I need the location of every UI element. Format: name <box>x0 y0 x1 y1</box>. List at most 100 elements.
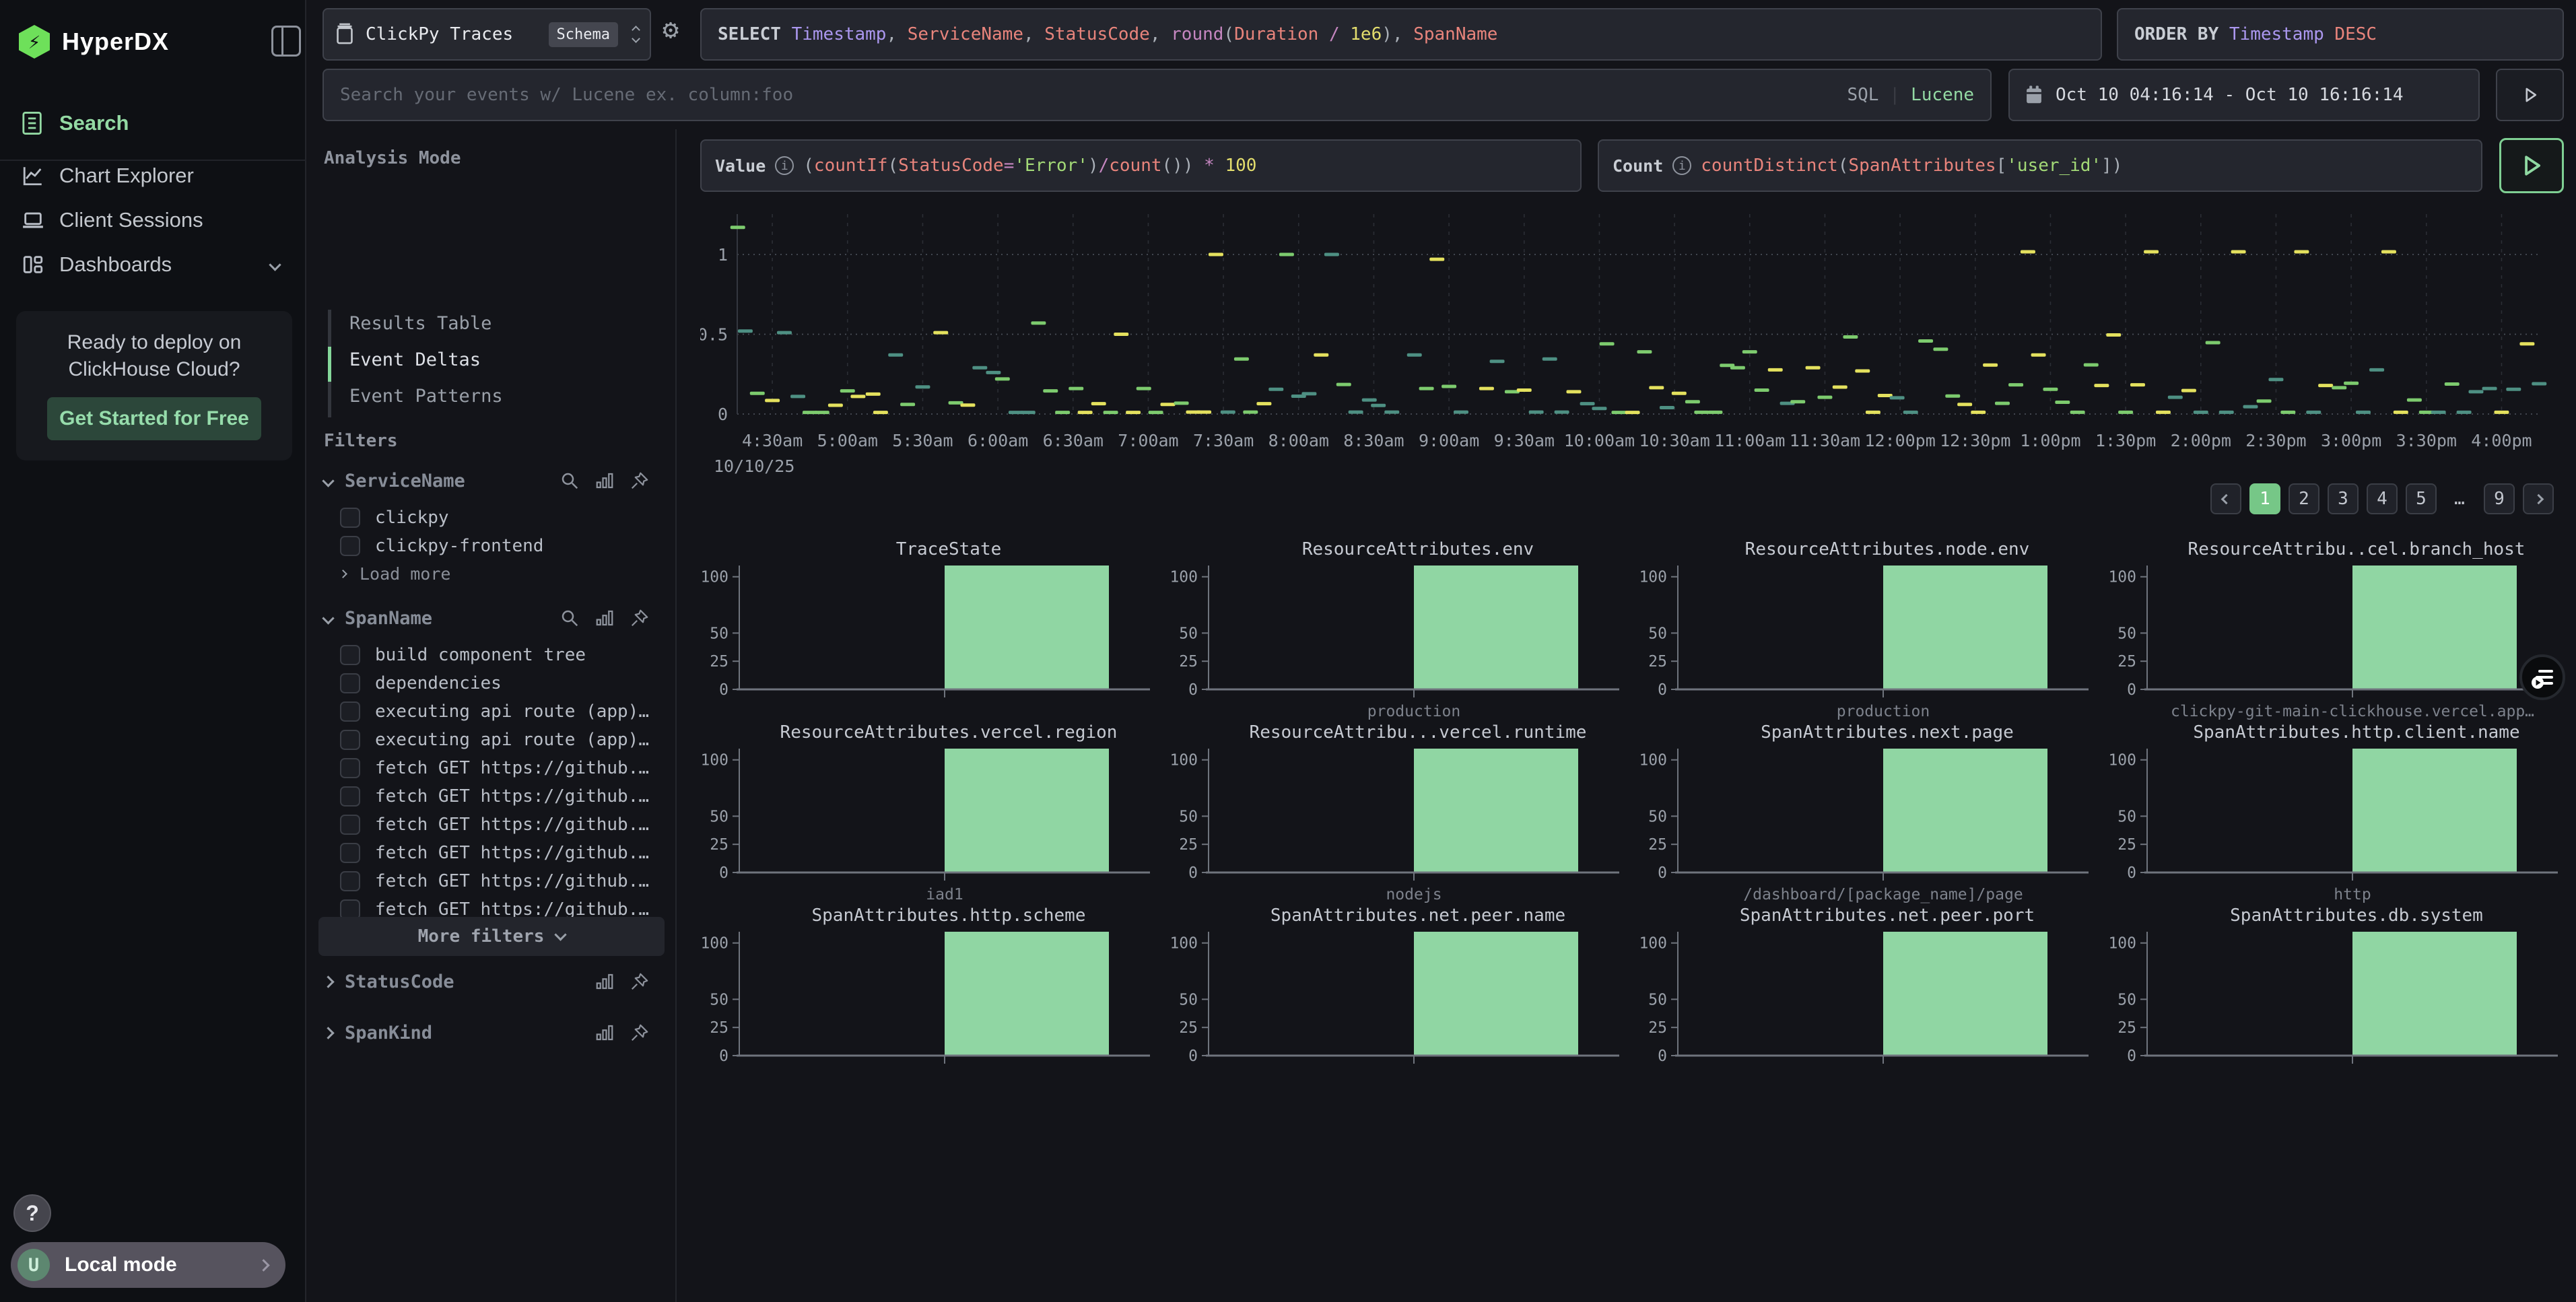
filter-option[interactable]: clickpy-frontend <box>340 532 656 560</box>
sidebar-item-chart-explorer[interactable]: Chart Explorer <box>0 155 306 197</box>
attribute-chart[interactable]: ResourceAttributes.node.env02550100produ… <box>1639 539 2103 722</box>
play-icon <box>2519 153 2544 178</box>
mode-lucene[interactable]: Lucene <box>1911 85 1974 105</box>
page-button[interactable]: 5 <box>2406 483 2437 514</box>
svg-text:9:00am: 9:00am <box>1419 431 1479 450</box>
floating-action-button[interactable] <box>2519 654 2565 700</box>
checkbox[interactable] <box>340 645 360 665</box>
search-input[interactable]: Search your events w/ Lucene ex. column:… <box>323 69 1992 121</box>
attribute-chart[interactable]: SpanAttributes.net.peer.port025501008443 <box>1639 905 2103 1069</box>
checkbox[interactable] <box>340 786 360 807</box>
event-deltas-chart[interactable]: 00.514:30am5:00am5:30am6:00am6:30am7:00a… <box>700 202 2565 479</box>
schema-badge[interactable]: Schema <box>549 22 618 47</box>
checkbox[interactable] <box>340 815 360 835</box>
checkbox[interactable] <box>340 871 360 891</box>
checkbox[interactable] <box>340 758 360 778</box>
mode-event-deltas[interactable]: Event Deltas <box>349 346 619 373</box>
svg-text:100: 100 <box>1639 752 1667 769</box>
filter-option[interactable]: executing api route (app)… <box>340 697 656 726</box>
select-clause-input[interactable]: SELECT Timestamp, ServiceName, StatusCod… <box>700 8 2102 61</box>
attribute-chart[interactable]: ResourceAttribu...vercel.runtime02550100… <box>1170 722 1634 905</box>
svg-text:100: 100 <box>700 752 728 769</box>
order-by-input[interactable]: ORDER BY Timestamp DESC <box>2117 8 2564 61</box>
chart-icon[interactable] <box>595 1023 615 1043</box>
checkbox[interactable] <box>340 536 360 556</box>
filter-group-StatusCode[interactable]: StatusCode <box>324 967 660 996</box>
attribute-chart[interactable]: SpanAttributes.http.scheme02550100https <box>700 905 1165 1069</box>
filter-option[interactable]: fetch GET https://github.… <box>340 811 656 839</box>
sidebar-item-search[interactable]: Search <box>0 102 306 144</box>
search-icon[interactable] <box>560 608 580 628</box>
attribute-chart[interactable]: SpanAttributes.next.page02550100/dashboa… <box>1639 722 2103 905</box>
filter-panel: Analysis Mode Results Table Event Deltas… <box>308 129 677 1302</box>
attribute-chart[interactable]: TraceState02550100 <box>700 539 1165 722</box>
play-icon <box>2521 86 2539 104</box>
filter-option[interactable]: fetch GET https://github.… <box>340 867 656 895</box>
filter-option[interactable]: dependencies <box>340 669 656 697</box>
search-icon[interactable] <box>560 471 580 491</box>
chart-title: SpanAttributes.http.scheme <box>700 905 1165 926</box>
checkbox[interactable] <box>340 701 360 722</box>
sidebar-item-client-sessions[interactable]: Client Sessions <box>0 199 306 241</box>
get-started-button[interactable]: Get Started for Free <box>47 397 261 440</box>
attribute-chart[interactable]: ResourceAttributes.vercel.region02550100… <box>700 722 1165 905</box>
next-page-button[interactable] <box>2523 483 2554 514</box>
attribute-chart[interactable]: SpanAttributes.net.peer.name02550100z5or… <box>1170 905 1634 1069</box>
load-more-link[interactable]: Load more <box>340 560 542 587</box>
logo[interactable]: ⚡ HyperDX <box>19 24 288 59</box>
filter-option[interactable]: fetch GET https://github.… <box>340 754 656 782</box>
filter-group-ServiceName[interactable]: ServiceName <box>324 466 660 495</box>
mode-sql[interactable]: SQL <box>1847 85 1878 105</box>
value-label: Value <box>715 156 766 176</box>
help-button[interactable]: ? <box>13 1194 51 1232</box>
filter-option[interactable]: fetch GET https://github.… <box>340 839 656 867</box>
checkbox[interactable] <box>340 730 360 750</box>
filter-option[interactable]: clickpy <box>340 504 656 532</box>
sidebar-item-dashboards[interactable]: Dashboards <box>0 244 306 285</box>
filter-option[interactable]: build component tree <box>340 641 656 669</box>
attribute-chart[interactable]: SpanAttributes.http.client.name02550100h… <box>2108 722 2573 905</box>
collapse-sidebar-icon[interactable] <box>271 26 301 57</box>
page-button[interactable]: 4 <box>2367 483 2398 514</box>
filter-option-label: executing api route (app)… <box>375 730 649 750</box>
filter-group-icons <box>560 608 650 628</box>
filter-option[interactable]: fetch GET https://github.… <box>340 782 656 811</box>
page-button[interactable]: 2 <box>2289 483 2319 514</box>
filter-group-SpanKind[interactable]: SpanKind <box>324 1018 660 1048</box>
pin-icon[interactable] <box>630 471 650 491</box>
checkbox[interactable] <box>340 508 360 528</box>
chart-icon[interactable] <box>595 971 615 992</box>
mode-results-table[interactable]: Results Table <box>349 310 619 337</box>
data-source-select[interactable]: ClickPy Traces Schema <box>323 8 651 61</box>
page-button[interactable]: 3 <box>2328 483 2359 514</box>
pagination-ellipsis: … <box>2445 483 2476 514</box>
page-button[interactable]: 9 <box>2484 483 2515 514</box>
svg-text:8:30am: 8:30am <box>1343 431 1404 450</box>
local-mode-menu[interactable]: U Local mode <box>11 1242 285 1288</box>
checkbox[interactable] <box>340 673 360 693</box>
mode-event-patterns[interactable]: Event Patterns <box>349 382 619 409</box>
filter-group-SpanName[interactable]: SpanName <box>324 603 660 633</box>
pin-icon[interactable] <box>630 1023 650 1043</box>
attribute-chart[interactable]: ResourceAttribu..cel.branch_host02550100… <box>2108 539 2573 722</box>
attribute-chart[interactable]: ResourceAttributes.env02550100production <box>1170 539 1634 722</box>
value-expression-input[interactable]: Value i (countIf(StatusCode='Error')/cou… <box>700 139 1582 192</box>
prev-page-button[interactable] <box>2210 483 2241 514</box>
svg-text:12:00pm: 12:00pm <box>1864 431 1935 450</box>
gear-icon[interactable]: ⚙ <box>663 16 679 43</box>
chart-icon[interactable] <box>595 608 615 628</box>
more-filters-button[interactable]: More filters <box>318 917 665 956</box>
run-analysis-button[interactable] <box>2499 138 2564 193</box>
count-expression-input[interactable]: Count i countDistinct(SpanAttributes['us… <box>1598 139 2482 192</box>
date-range-picker[interactable]: Oct 10 04:16:14 - Oct 10 16:16:14 <box>2008 69 2480 121</box>
search-mode-toggle: SQL | Lucene <box>1847 85 1974 105</box>
filter-option[interactable]: executing api route (app)… <box>340 726 656 754</box>
run-query-button[interactable] <box>2496 69 2564 121</box>
pin-icon[interactable] <box>630 971 650 992</box>
pin-icon[interactable] <box>630 608 650 628</box>
checkbox[interactable] <box>340 843 360 863</box>
page-button[interactable]: 1 <box>2249 483 2280 514</box>
chart-icon[interactable] <box>595 471 615 491</box>
attribute-chart[interactable]: SpanAttributes.db.system02550100clickhou… <box>2108 905 2573 1069</box>
svg-text:10:00am: 10:00am <box>1564 431 1635 450</box>
